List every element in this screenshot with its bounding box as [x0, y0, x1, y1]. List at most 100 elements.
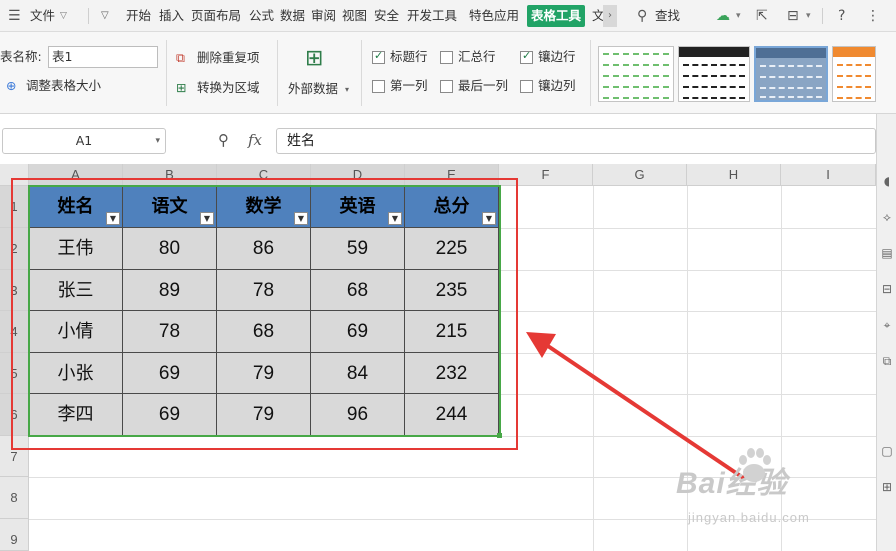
column-header-c[interactable]: C — [217, 164, 311, 186]
table-header-cell[interactable]: 总分 ▼ — [405, 186, 499, 228]
select-all-corner[interactable] — [0, 164, 29, 186]
filter-dropdown-icon[interactable]: ▼ — [106, 212, 120, 225]
zoom-formula-icon[interactable]: ⚲ — [218, 131, 229, 149]
table-cell[interactable]: 225 — [405, 228, 499, 270]
table-cell[interactable]: 59 — [311, 228, 405, 270]
tab-developer[interactable]: 开发工具 — [407, 7, 457, 25]
column-header-b[interactable]: B — [123, 164, 217, 186]
filter-dropdown-icon[interactable]: ▼ — [482, 212, 496, 225]
column-header-d[interactable]: D — [311, 164, 405, 186]
table-cell[interactable]: 96 — [311, 394, 405, 436]
table-cell[interactable]: 79 — [217, 353, 311, 394]
tab-insert[interactable]: 插入 — [159, 7, 184, 25]
table-cell[interactable]: 80 — [123, 228, 217, 270]
filter-dropdown-icon[interactable]: ▼ — [200, 212, 214, 225]
fx-icon[interactable]: fx — [248, 131, 262, 149]
file-menu[interactable]: 文件 — [30, 7, 55, 25]
table-style-blue-selected[interactable] — [754, 46, 828, 102]
cloud-sync-icon[interactable]: ☁ — [716, 6, 730, 26]
table-cell[interactable]: 235 — [405, 270, 499, 311]
column-header-e[interactable]: E — [405, 164, 499, 186]
search-button[interactable]: 查找 — [655, 7, 680, 25]
external-data-button[interactable]: 外部数据 — [288, 81, 338, 97]
name-box[interactable]: A1 ▾ — [2, 128, 166, 154]
row-header-5[interactable]: 5 — [0, 353, 29, 394]
table-cell[interactable]: 89 — [123, 270, 217, 311]
name-box-dropdown-icon[interactable]: ▾ — [155, 129, 160, 153]
row-header-2[interactable]: 2 — [0, 228, 29, 270]
table-style-orange[interactable] — [832, 46, 876, 102]
table-cell[interactable]: 79 — [217, 394, 311, 436]
table-cell[interactable]: 69 — [311, 311, 405, 353]
rail-backup-icon[interactable]: ⧉ — [879, 354, 895, 369]
table-cell[interactable]: 244 — [405, 394, 499, 436]
external-data-dropdown-icon[interactable]: ▾ — [345, 82, 349, 98]
table-resize-handle[interactable] — [497, 433, 502, 438]
row-header-7[interactable]: 7 — [0, 436, 29, 477]
tab-special-apps[interactable]: 特色应用 — [469, 7, 519, 25]
first-column-checkbox[interactable] — [372, 80, 385, 93]
hamburger-menu-icon[interactable]: ☰ — [8, 6, 21, 26]
rail-format-icon[interactable]: ⊟ — [879, 282, 895, 296]
total-row-checkbox[interactable] — [440, 51, 453, 64]
header-row-checkbox[interactable] — [372, 49, 385, 64]
tools-icon[interactable]: ⊟ — [787, 6, 799, 26]
table-cell[interactable]: 68 — [311, 270, 405, 311]
row-header-3[interactable]: 3 — [0, 270, 29, 311]
remove-duplicates-button[interactable]: 删除重复项 — [197, 50, 260, 66]
filter-dropdown-icon[interactable]: ▼ — [294, 212, 308, 225]
table-cell[interactable]: 84 — [311, 353, 405, 394]
column-header-i[interactable]: I — [781, 164, 876, 186]
column-header-g[interactable]: G — [593, 164, 687, 186]
rail-style-icon[interactable]: ⟡ — [879, 210, 895, 225]
last-column-checkbox[interactable] — [440, 80, 453, 93]
search-icon[interactable]: ⚲ — [637, 6, 647, 26]
table-cell[interactable]: 232 — [405, 353, 499, 394]
table-header-cell[interactable]: 姓名 ▼ — [29, 186, 123, 228]
tab-view[interactable]: 视图 — [342, 7, 367, 25]
table-style-black[interactable] — [678, 46, 750, 102]
share-icon[interactable]: ⇱ — [756, 6, 768, 26]
table-cell[interactable]: 215 — [405, 311, 499, 353]
quick-access-dropdown-icon[interactable]: ▽ — [101, 7, 109, 25]
table-cell[interactable]: 78 — [217, 270, 311, 311]
tab-scroll-right-icon[interactable]: › — [603, 5, 617, 27]
formula-input[interactable]: 姓名 — [276, 128, 876, 154]
rail-collapse-icon[interactable]: ◖ — [879, 174, 895, 188]
table-cell[interactable]: 68 — [217, 311, 311, 353]
tab-security[interactable]: 安全 — [374, 7, 399, 25]
table-header-cell[interactable]: 数学 ▼ — [217, 186, 311, 228]
convert-to-range-button[interactable]: 转换为区域 — [197, 80, 260, 96]
table-cell[interactable]: 张三 — [29, 270, 123, 311]
banded-columns-checkbox[interactable] — [520, 80, 533, 93]
rail-selection-icon[interactable]: ⌖ — [879, 318, 895, 333]
tools-dropdown-icon[interactable]: ▾ — [806, 7, 811, 25]
rail-tool-icon[interactable]: ▢ — [879, 444, 895, 458]
help-icon[interactable]: ? — [838, 6, 845, 26]
rail-properties-icon[interactable]: ▤ — [879, 246, 895, 260]
table-cell[interactable]: 69 — [123, 394, 217, 436]
table-header-cell[interactable]: 英语 ▼ — [311, 186, 405, 228]
row-header-4[interactable]: 4 — [0, 311, 29, 353]
table-cell[interactable]: 小倩 — [29, 311, 123, 353]
table-cell[interactable]: 86 — [217, 228, 311, 270]
resize-table-button[interactable]: 调整表格大小 — [26, 78, 101, 94]
row-header-8[interactable]: 8 — [0, 477, 29, 519]
table-name-input[interactable]: 表1 — [48, 46, 158, 68]
filter-dropdown-icon[interactable]: ▼ — [388, 212, 402, 225]
row-header-6[interactable]: 6 — [0, 394, 29, 436]
banded-rows-checkbox[interactable] — [520, 49, 533, 64]
table-header-cell[interactable]: 语文 ▼ — [123, 186, 217, 228]
column-header-a[interactable]: A — [29, 164, 123, 186]
more-icon[interactable]: ⋮ — [866, 6, 880, 26]
column-header-f[interactable]: F — [499, 164, 593, 186]
worksheet[interactable]: A B C D E F G H I 1 2 3 4 5 6 7 8 9 姓名 ▼… — [0, 164, 876, 551]
table-cell[interactable]: 78 — [123, 311, 217, 353]
column-header-h[interactable]: H — [687, 164, 781, 186]
tab-review[interactable]: 审阅 — [311, 7, 336, 25]
table-cell[interactable]: 小张 — [29, 353, 123, 394]
row-header-9[interactable]: 9 — [0, 519, 29, 551]
tab-table-tools[interactable]: 表格工具 — [527, 5, 586, 27]
table-cell[interactable]: 李四 — [29, 394, 123, 436]
tab-formulas[interactable]: 公式 — [249, 7, 274, 25]
